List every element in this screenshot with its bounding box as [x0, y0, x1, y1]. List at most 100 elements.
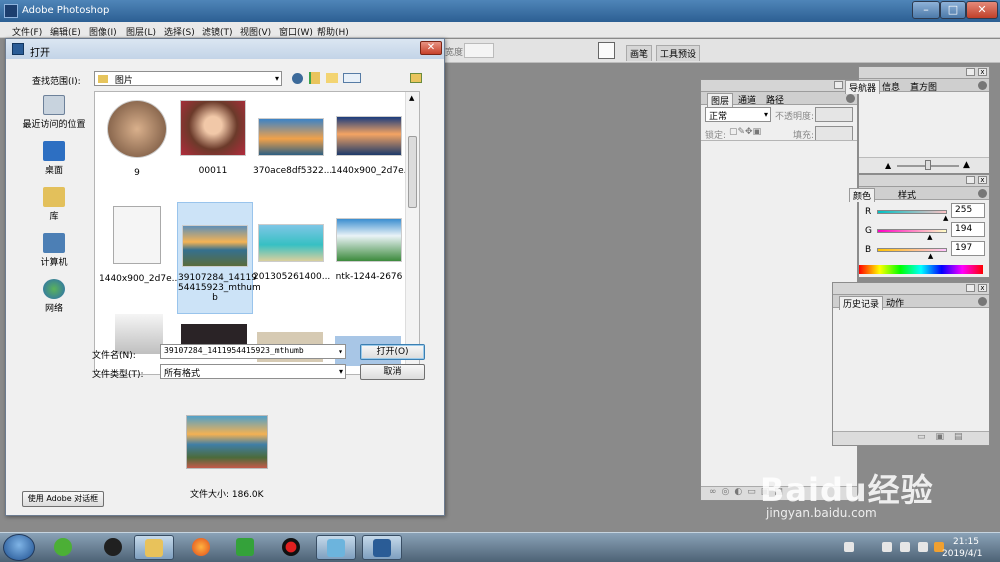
network-tray-icon[interactable]	[900, 542, 910, 552]
tab-paths[interactable]: 路径	[763, 93, 787, 106]
file-item[interactable]: 00011	[175, 100, 251, 176]
maximize-button[interactable]: □	[940, 1, 966, 19]
menu-layer[interactable]: 图层(L)	[126, 25, 156, 38]
tab-color[interactable]: 颜色	[849, 188, 876, 202]
back-icon[interactable]	[292, 73, 303, 84]
menu-filter[interactable]: 滤镜(T)	[202, 25, 233, 38]
filetype-select[interactable]: 所有格式 ▾	[160, 364, 346, 379]
tab-styles[interactable]: 样式	[895, 188, 919, 201]
tab-actions[interactable]: 动作	[883, 296, 907, 309]
zoom-in-icon[interactable]: ▲	[963, 160, 970, 170]
panel-menu-icon[interactable]	[978, 297, 987, 306]
usb-icon[interactable]	[882, 542, 892, 552]
blend-mode-select[interactable]: 正常 ▾	[705, 107, 771, 122]
channel-g-slider[interactable]	[877, 229, 947, 233]
tab-navigator[interactable]: 导航器	[845, 80, 881, 94]
taskbar-app-firefox[interactable]	[182, 535, 222, 560]
channel-b-slider[interactable]	[877, 248, 947, 252]
panel-menu-icon[interactable]	[846, 94, 855, 103]
new-folder-icon[interactable]	[326, 73, 338, 83]
tab-info[interactable]: 信息	[879, 80, 903, 93]
zoom-slider-handle[interactable]	[925, 160, 931, 170]
taskbar-app-qq[interactable]	[94, 535, 134, 560]
clock-time[interactable]: 21:15	[953, 537, 979, 547]
tab-histogram[interactable]: 直方图	[907, 80, 940, 93]
taskbar-app-explorer[interactable]	[134, 535, 174, 560]
channel-b-field[interactable]: 197	[951, 241, 985, 256]
tab-tool-presets[interactable]: 工具预设	[656, 45, 701, 61]
channel-g-field[interactable]: 194	[951, 222, 985, 237]
scroll-up-icon[interactable]: ▲	[409, 94, 414, 102]
desktop-folder-icon[interactable]	[410, 73, 422, 83]
menu-select[interactable]: 选择(S)	[164, 25, 195, 38]
taskbar-app-tool[interactable]	[316, 535, 356, 560]
minimize-panel-icon[interactable]	[834, 81, 843, 89]
tab-brushes[interactable]: 画笔	[626, 45, 653, 61]
cancel-button[interactable]: 取消	[360, 364, 425, 380]
panel-menu-icon[interactable]	[978, 189, 987, 198]
file-item[interactable]: 1440x900_2d7e...	[331, 100, 412, 176]
channel-g-marker[interactable]: ▲	[927, 233, 932, 241]
start-button[interactable]	[3, 534, 35, 561]
use-adobe-dialog-button[interactable]: 使用 Adobe 对话框	[22, 491, 104, 507]
open-button[interactable]: 打开(O)	[360, 344, 425, 360]
look-in-select[interactable]: 图片 ▾	[94, 71, 282, 86]
system-tray: 21:15 2019/4/1	[838, 535, 1000, 561]
place-libraries[interactable]: 库	[18, 187, 90, 222]
menu-file[interactable]: 文件(F)	[12, 25, 42, 38]
file-item[interactable]: 9	[99, 100, 175, 178]
channel-b-marker[interactable]: ▲	[928, 252, 933, 260]
file-item[interactable]: 370ace8df5322...	[253, 100, 332, 176]
minimize-panel-icon[interactable]	[966, 68, 975, 76]
keyboard-icon[interactable]	[844, 542, 854, 552]
place-recent[interactable]: 最近访问的位置	[18, 95, 90, 130]
minimize-panel-icon[interactable]	[966, 176, 975, 184]
close-button[interactable]: ✕	[966, 1, 998, 19]
place-computer[interactable]: 计算机	[18, 233, 90, 268]
history-footer-icons[interactable]: ▭▣▤	[833, 431, 989, 445]
view-menu-icon[interactable]	[343, 73, 361, 83]
up-folder-icon[interactable]	[309, 72, 320, 84]
channel-r-field[interactable]: 255	[951, 203, 985, 218]
width-field[interactable]	[464, 43, 494, 58]
volume-icon[interactable]	[918, 542, 928, 552]
taskbar-app-360[interactable]	[44, 535, 84, 560]
clock-date[interactable]: 2019/4/1	[942, 549, 982, 559]
file-item[interactable]: 1440x900_2d7e...	[99, 206, 180, 284]
close-panel-icon[interactable]: x	[978, 68, 987, 76]
file-item-selected[interactable]: 39107284_14119 54415923_mthum b	[177, 202, 261, 314]
menu-view[interactable]: 视图(V)	[240, 25, 271, 38]
menu-help[interactable]: 帮助(H)	[317, 25, 349, 38]
menu-window[interactable]: 窗口(W)	[279, 25, 313, 38]
taskbar-app-player[interactable]	[226, 535, 266, 560]
opacity-field[interactable]	[815, 107, 853, 122]
minimize-panel-icon[interactable]	[966, 284, 975, 292]
menu-edit[interactable]: 编辑(E)	[50, 25, 81, 38]
menu-image[interactable]: 图像(I)	[89, 25, 117, 38]
close-panel-icon[interactable]: x	[978, 176, 987, 184]
close-panel-icon[interactable]: x	[978, 284, 987, 292]
minimize-button[interactable]: –	[912, 1, 940, 19]
fill-field[interactable]	[815, 126, 853, 141]
palette-well-icon[interactable]	[598, 42, 615, 59]
place-desktop[interactable]: 桌面	[18, 141, 90, 176]
dialog-close-button[interactable]: ✕	[420, 41, 442, 55]
tab-channels[interactable]: 通道	[735, 93, 759, 106]
zoom-out-icon[interactable]: ▲	[885, 161, 891, 170]
place-network[interactable]: 网络	[18, 279, 90, 314]
tab-history[interactable]: 历史记录	[839, 296, 884, 310]
file-item[interactable]: ntk-1244-2676	[331, 206, 407, 282]
taskbar-app-recorder[interactable]	[272, 535, 312, 560]
lock-icons[interactable]: ▢✎✥▣	[729, 127, 771, 137]
file-list-scrollbar[interactable]: ▲ ▼	[405, 92, 419, 374]
filename-input[interactable]: 39107284_1411954415923_mthumb ▾	[160, 344, 346, 359]
color-spectrum-ramp[interactable]	[859, 265, 983, 274]
panel-menu-icon[interactable]	[978, 81, 987, 90]
photoshop-icon	[373, 539, 391, 557]
channel-r-slider[interactable]	[877, 210, 947, 214]
tab-layers[interactable]: 图层	[707, 93, 734, 107]
file-item[interactable]: 201305261400...	[253, 206, 330, 282]
scrollbar-thumb[interactable]	[408, 136, 417, 208]
taskbar-app-photoshop[interactable]	[362, 535, 402, 560]
channel-r-marker[interactable]: ▲	[943, 214, 948, 222]
